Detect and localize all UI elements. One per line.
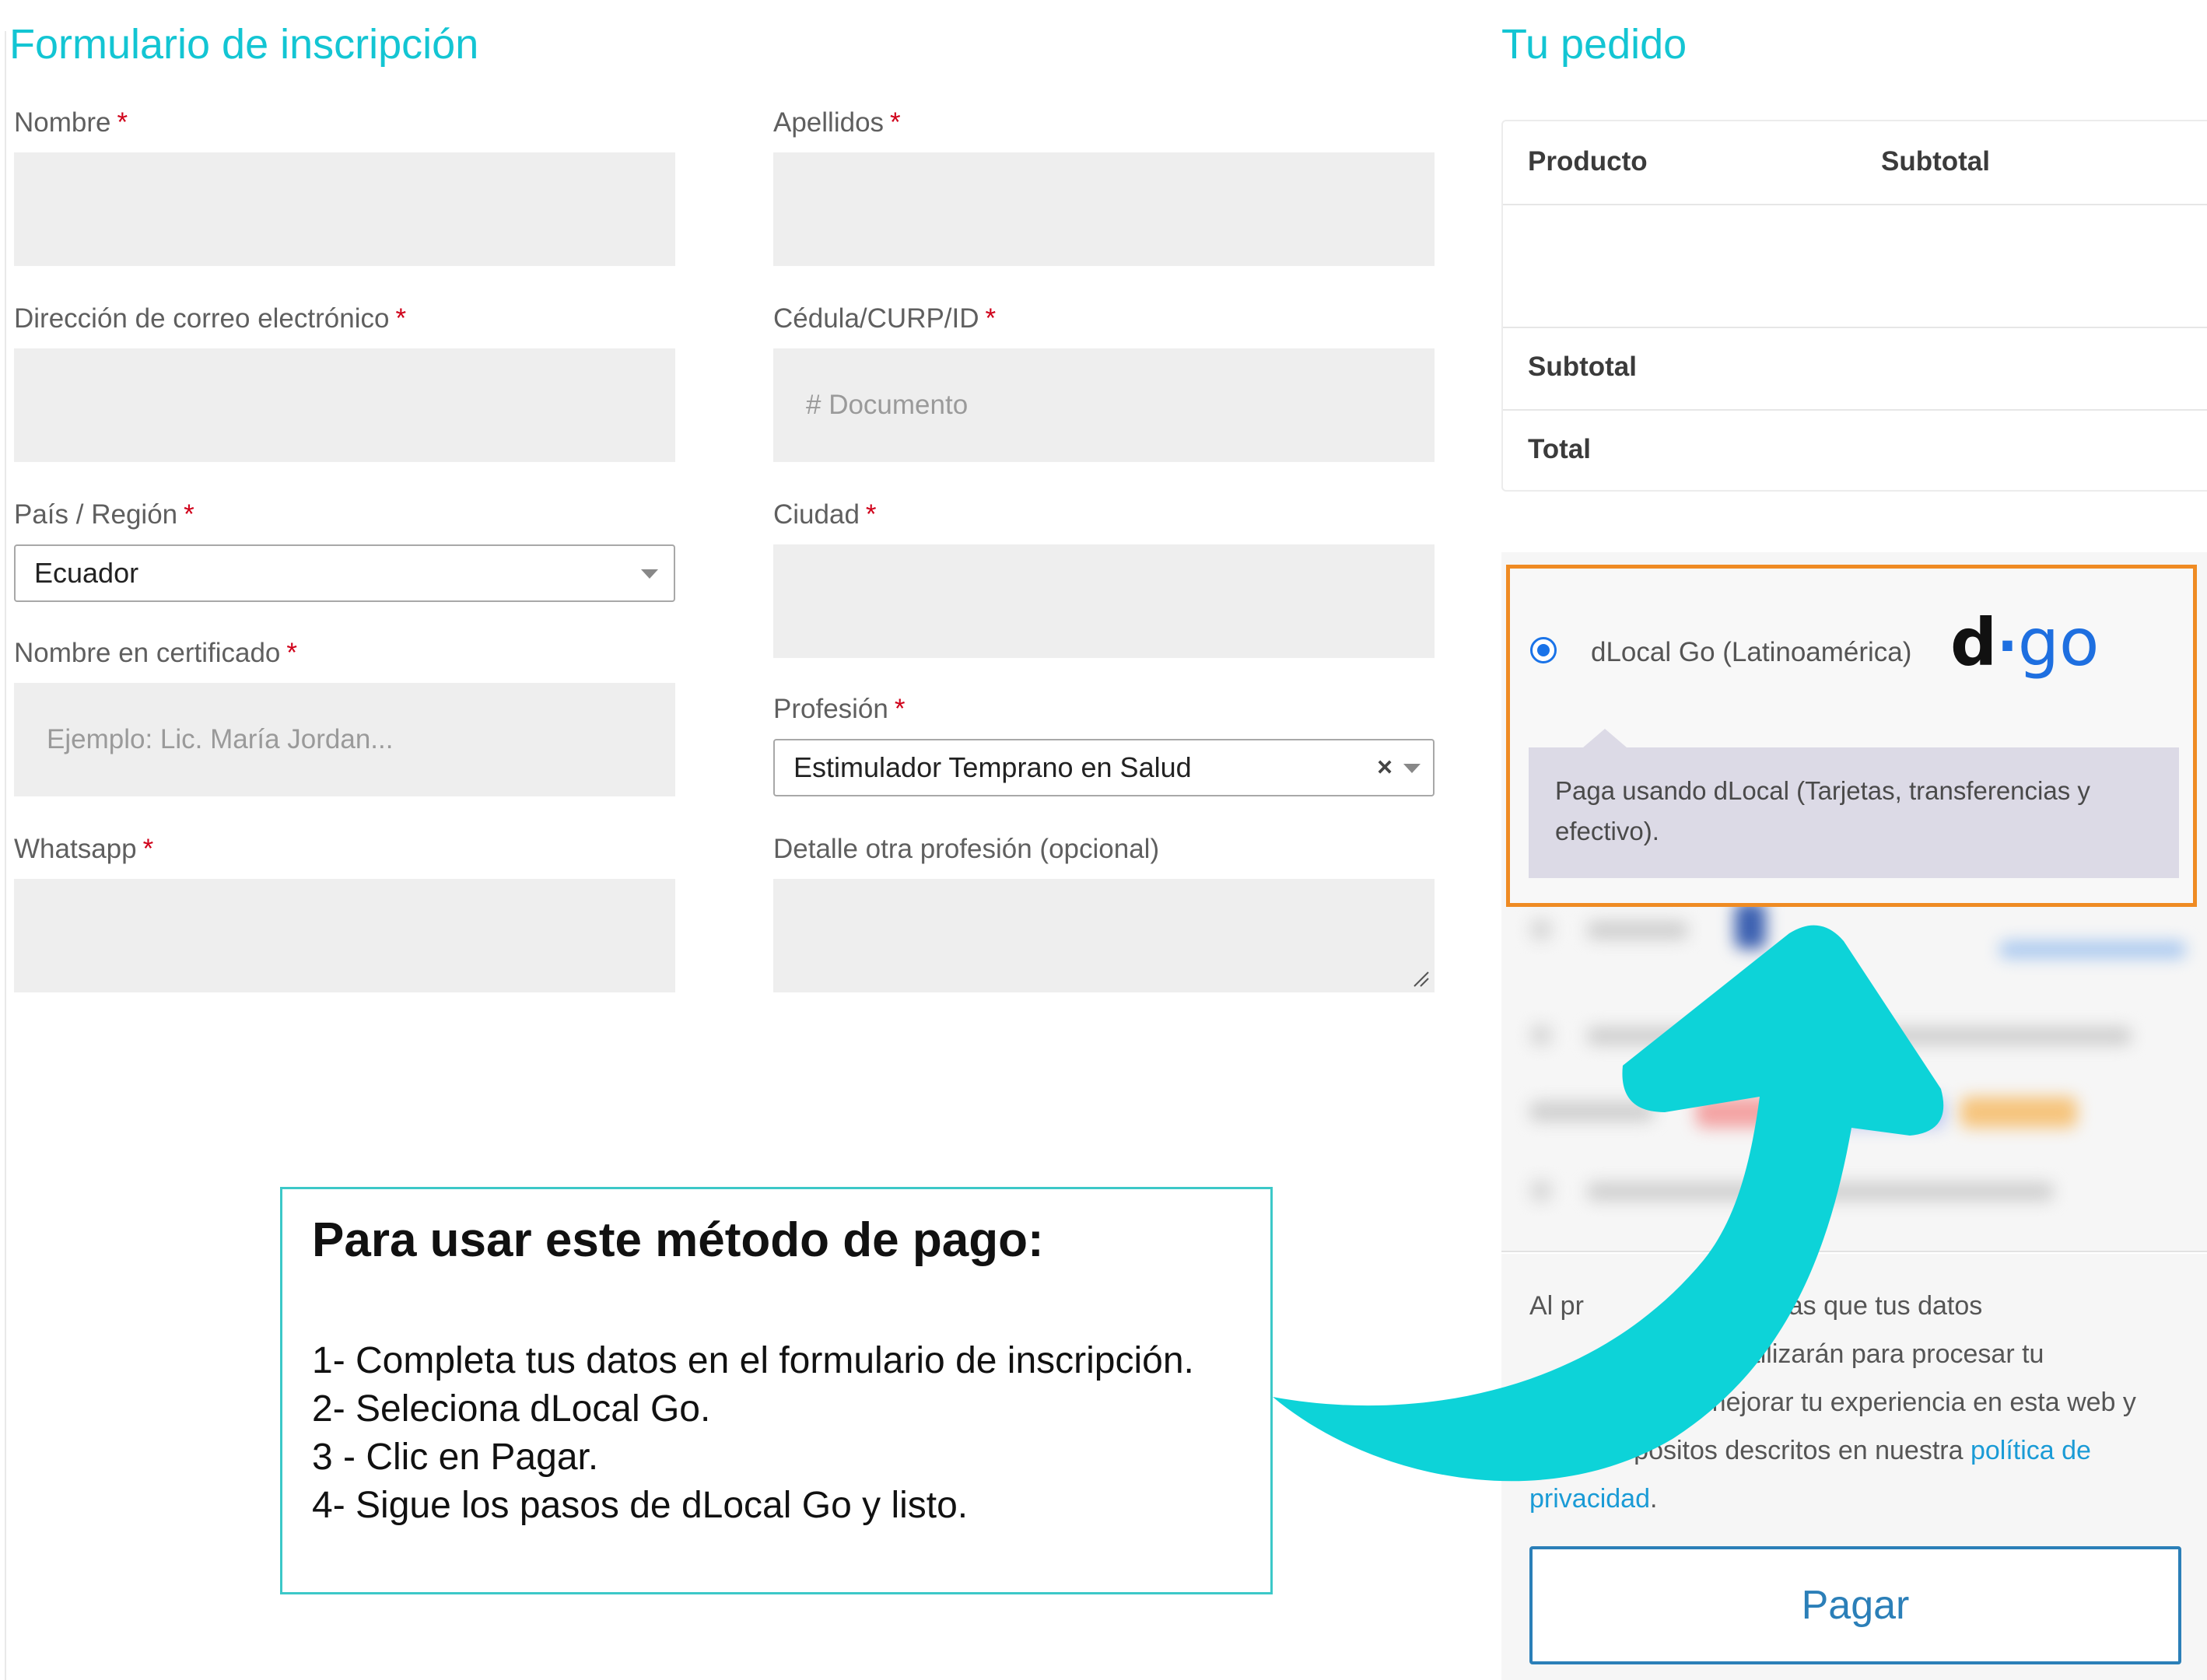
arrow-shape [1273,925,1944,1482]
curved-arrow-icon [1273,925,1944,1482]
